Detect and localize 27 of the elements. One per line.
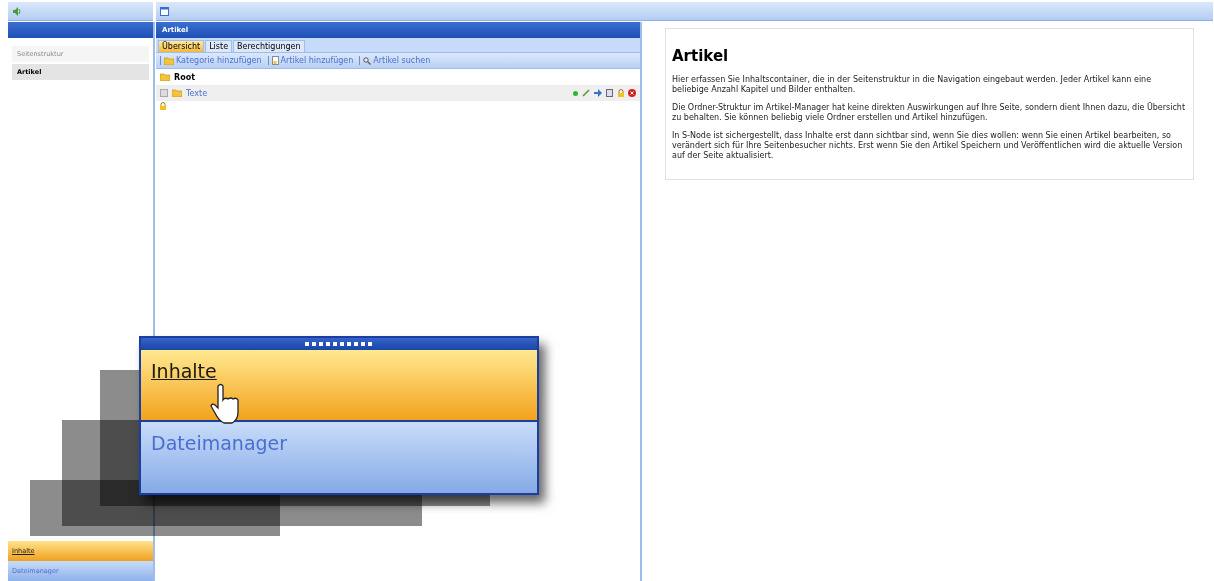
folder-add-icon	[164, 56, 174, 65]
info-paragraph: Die Ordner-Struktur im Artikel-Manager hat keine direkten Auswirkungen auf Ihre Seite, sondern dient Ihnen dazu, die Übersicht zu behalten. Sie können beliebig viele Ordner erstellen und Artikel hinzufügen.	[672, 102, 1187, 124]
search-icon	[363, 56, 372, 65]
toolbar-button[interactable]: Artikel suchen	[359, 56, 431, 65]
tab[interactable]: Berechtigungen	[233, 40, 305, 52]
delete-icon[interactable]	[628, 89, 636, 97]
status-dot-icon	[573, 90, 578, 96]
lock-icon	[618, 89, 624, 97]
lock-icon	[160, 102, 166, 110]
tab[interactable]: Übersicht	[158, 40, 205, 52]
page-icon	[271, 56, 279, 65]
info-paragraph: In S-Node ist sichergestellt, dass Inhalte erst dann sichtbar sind, wenn Sie dies wollen: wenn Sie einen Artikel bearbeiten, so verändert sich für Ihre Seitenbesucher nichts. Erst wenn Sie den Artikel Speichern und Veröffentlichen wird die aktuelle Version auf der Seite aktualisiert.	[672, 130, 1184, 162]
move-icon[interactable]	[594, 89, 602, 97]
speaker-icon[interactable]	[12, 6, 22, 16]
toolbar-button[interactable]: Kategorie hinzufügen	[160, 56, 262, 65]
pencil-icon[interactable]	[582, 89, 590, 97]
expand-toggle[interactable]	[160, 89, 168, 97]
copy-icon[interactable]	[606, 89, 614, 97]
tree-node[interactable]: Root	[174, 72, 195, 82]
grip-icon[interactable]	[304, 342, 374, 346]
window-icon[interactable]	[160, 6, 169, 16]
menu-item[interactable]: Inhalte	[141, 350, 537, 420]
tab[interactable]: Liste	[205, 40, 233, 52]
info-paragraph: Hier erfassen Sie Inhaltscontainer, die in der Seitenstruktur in die Navigation eingebaut werden. Jeder Artikel kann eine beliebige Anzahl Kapitel und Bilder enthalten.	[672, 75, 1153, 96]
tree-node[interactable]: Texte	[186, 88, 208, 98]
info-title: Artikel	[672, 47, 730, 65]
toolbar-button[interactable]: Artikel hinzufügen	[267, 56, 354, 65]
